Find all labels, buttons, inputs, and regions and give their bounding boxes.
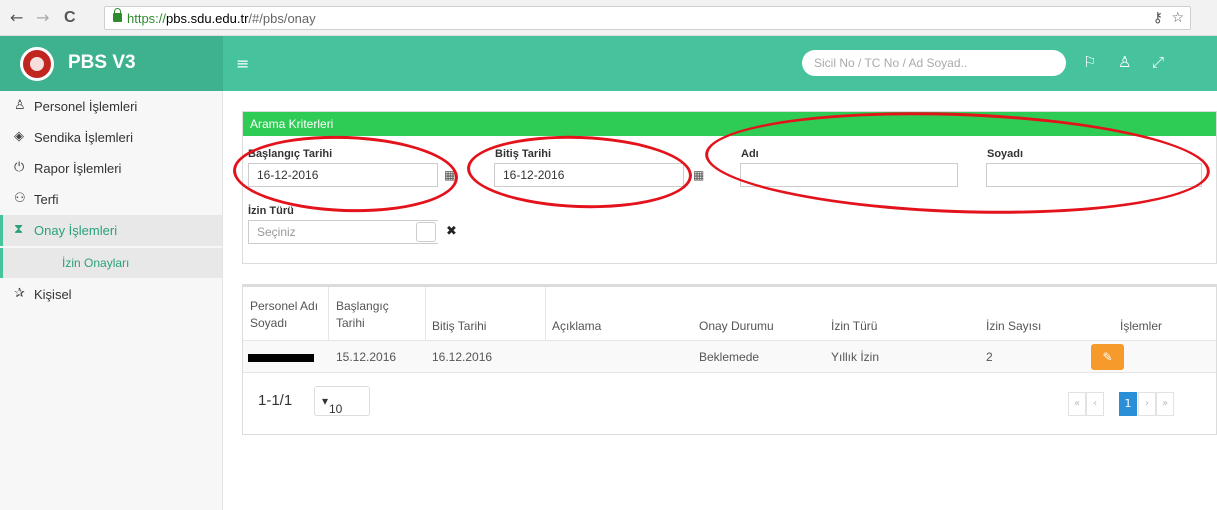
brand[interactable]: PBS V3: [0, 36, 223, 91]
edit-button[interactable]: ✎: [1091, 344, 1124, 370]
surname-label: Soyadı: [987, 148, 1024, 160]
page-size-select[interactable]: 10 ▾: [314, 386, 370, 416]
col-header-leave-type: İzin Türü: [831, 319, 878, 333]
pin-icon: ✰: [14, 286, 25, 301]
back-icon[interactable]: ←: [10, 8, 23, 28]
cell-start-date: 15.12.2016: [336, 350, 397, 364]
lock-icon: [113, 8, 122, 22]
pagination-info: 1-1/1: [258, 392, 293, 409]
name-input[interactable]: [740, 163, 958, 187]
page-button-1[interactable]: 1: [1119, 392, 1137, 416]
sidebar-item-label: Sendika İşlemleri: [34, 130, 133, 145]
leave-type-select[interactable]: [248, 220, 438, 244]
last-page-button[interactable]: »: [1156, 392, 1174, 416]
user-icon: ♙: [14, 98, 26, 113]
sidebar-item-label: Terfi: [34, 192, 59, 207]
sidebar-item-label: Personel İşlemleri: [34, 99, 138, 114]
personnel-search-input[interactable]: [802, 50, 1066, 76]
address-bar[interactable]: https://pbs.sdu.edu.tr/#/pbs/onay ⚷ ☆: [104, 6, 1191, 30]
prev-page-button[interactable]: ‹: [1086, 392, 1104, 416]
reload-icon[interactable]: C: [64, 8, 76, 28]
sidebar-item-label: Rapor İşlemleri: [34, 161, 122, 176]
star-icon[interactable]: ☆: [1171, 10, 1184, 26]
flag-icon[interactable]: ⚐: [1083, 53, 1096, 71]
cell-leave-type: Yıllık İzin: [831, 350, 880, 364]
redacted-name: [248, 354, 314, 362]
col-header-leave-count: İzin Sayısı: [986, 319, 1042, 333]
calendar-icon[interactable]: ▦: [444, 168, 455, 182]
sidebar-item-kisisel[interactable]: ✰ Kişisel: [0, 279, 222, 310]
layers-icon: ◈: [14, 129, 24, 144]
sidebar-item-onay[interactable]: ⧗ Onay İşlemleri: [0, 215, 222, 246]
sidebar-subitem-izin-onaylari[interactable]: İzin Onayları: [0, 248, 222, 278]
surname-input[interactable]: [986, 163, 1202, 187]
start-date-label: Başlangıç Tarihi: [248, 148, 333, 160]
calendar-icon[interactable]: ▦: [693, 168, 704, 182]
col-header-start: Başlangıç Tarihi: [336, 299, 389, 330]
page-size-value: 10 ▾: [322, 394, 343, 416]
app-header: PBS V3 ≡ ⚐ ♙ ⤢: [0, 36, 1217, 91]
clear-icon[interactable]: ✖: [446, 225, 457, 239]
results-panel: Personel Adı Soyadı Başlangıç Tarihi Bitiş…: [242, 284, 1217, 435]
select-toggle[interactable]: [416, 222, 436, 242]
sidebar-item-label: Onay İşlemleri: [34, 223, 118, 238]
sidebar-item-sendika[interactable]: ◈ Sendika İşlemleri: [0, 122, 222, 153]
col-header-actions: İşlemler: [1120, 319, 1163, 333]
sidebar-item-label: Kişisel: [34, 287, 72, 302]
browser-toolbar: ← → C https://pbs.sdu.edu.tr/#/pbs/onay …: [0, 0, 1217, 36]
table-row: 15.12.2016 16.12.2016 Beklemede Yıllık İ…: [243, 340, 1216, 373]
university-logo: [20, 47, 54, 81]
col-header-description: Açıklama: [552, 319, 602, 333]
next-page-button[interactable]: ›: [1138, 392, 1156, 416]
first-page-button[interactable]: «: [1068, 392, 1086, 416]
power-icon: ⏻: [14, 160, 25, 175]
menu-icon[interactable]: ≡: [236, 55, 249, 73]
col-header-status: Onay Durumu: [699, 319, 774, 333]
end-date-label: Bitiş Tarihi: [495, 148, 552, 160]
url-text: https://pbs.sdu.edu.tr/#/pbs/onay: [127, 11, 316, 26]
col-header-name: Personel Adı Soyadı: [250, 299, 319, 330]
key-icon[interactable]: ⚷: [1153, 10, 1163, 26]
cell-status: Beklemede: [699, 350, 760, 364]
sidebar-item-rapor[interactable]: ⏻ Rapor İşlemleri: [0, 153, 222, 184]
brand-title: PBS V3: [68, 52, 136, 73]
search-criteria-panel: Arama Kriterleri Başlangıç Tarihi ▦ Biti…: [242, 111, 1217, 264]
name-label: Adı: [741, 148, 759, 160]
panel-title: Arama Kriterleri: [250, 117, 334, 131]
end-date-input[interactable]: [494, 163, 684, 187]
fullscreen-icon[interactable]: ⤢: [1152, 53, 1164, 71]
start-date-input[interactable]: [248, 163, 438, 187]
sidebar-item-personel[interactable]: ♙ Personel İşlemleri: [0, 91, 222, 122]
user-icon[interactable]: ♙: [1118, 53, 1131, 71]
panel-header: Arama Kriterleri: [243, 112, 1216, 136]
sidebar-subitem-label: İzin Onayları: [62, 256, 130, 270]
users-icon: ⚇: [14, 191, 26, 206]
leave-type-label: İzin Türü: [248, 205, 294, 217]
edit-icon: ✎: [1102, 350, 1113, 364]
sidebar-item-terfi[interactable]: ⚇ Terfi: [0, 184, 222, 215]
cell-end-date: 16.12.2016: [432, 350, 493, 364]
sidebar: ♙ Personel İşlemleri ◈ Sendika İşlemleri…: [0, 91, 223, 510]
hourglass-icon: ⧗: [14, 222, 24, 237]
col-header-end: Bitiş Tarihi: [432, 319, 487, 333]
cell-leave-count: 2: [986, 350, 993, 364]
forward-icon[interactable]: →: [36, 8, 49, 28]
